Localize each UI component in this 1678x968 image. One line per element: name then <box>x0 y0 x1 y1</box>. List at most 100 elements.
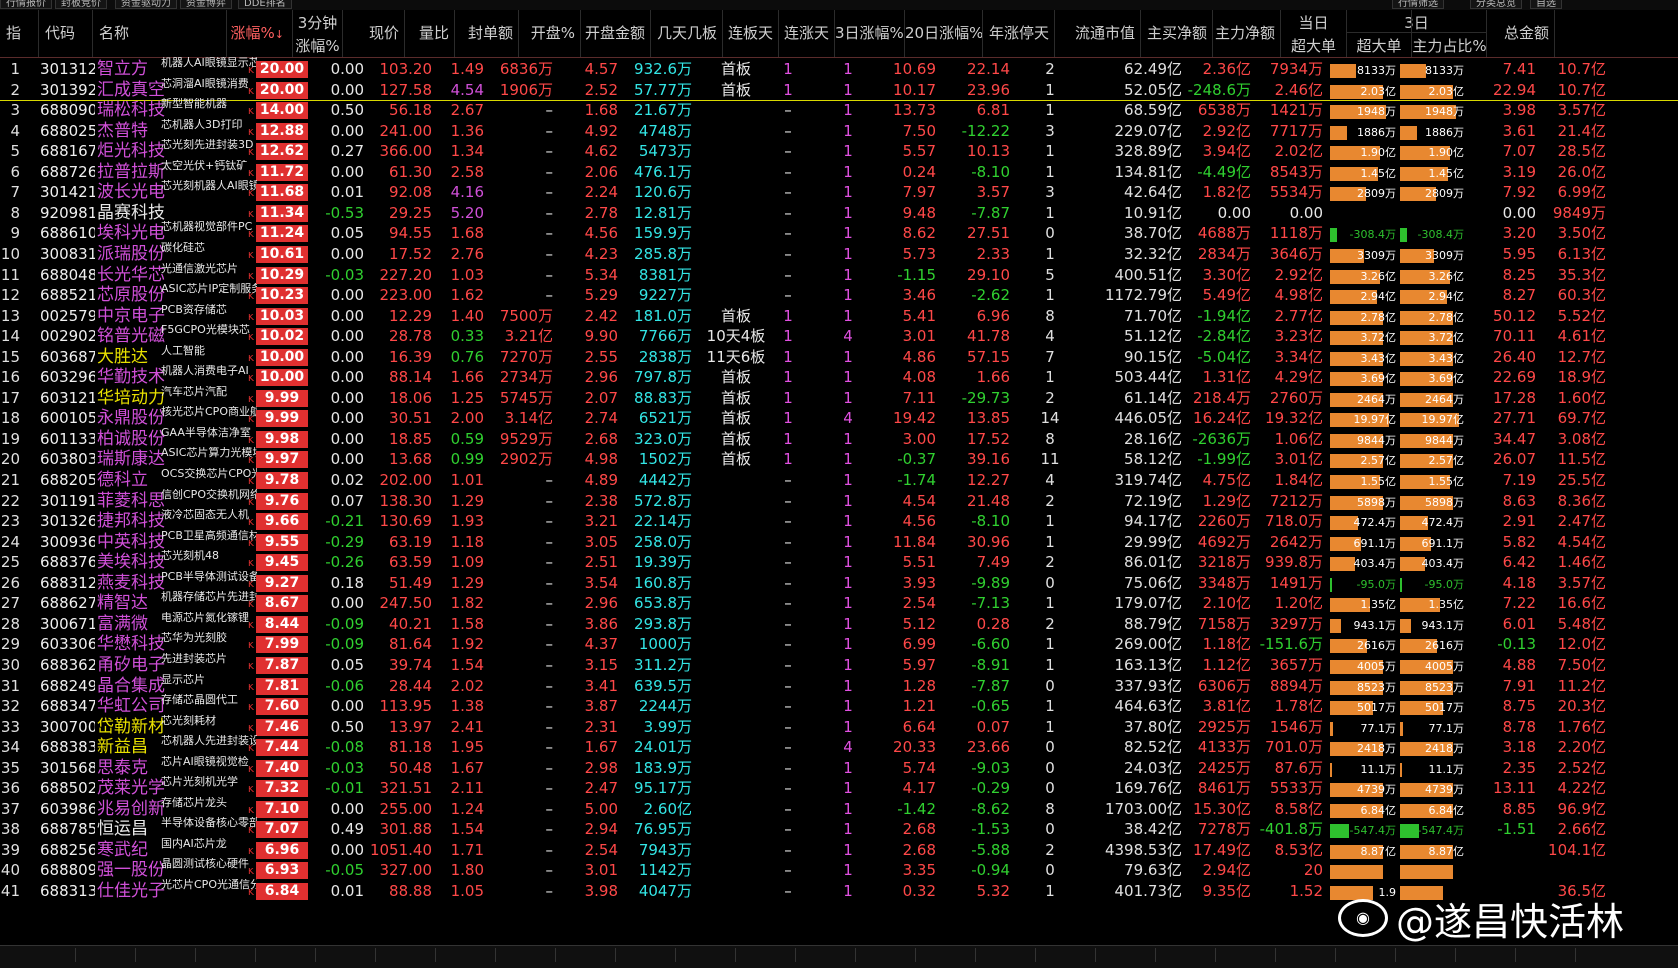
top-tab-4[interactable]: DDE排名 <box>238 0 292 9</box>
float-market-cap: 71.70亿 <box>1124 306 1182 325</box>
bottom-tab[interactable] <box>885 948 916 962</box>
top-tab-7[interactable]: 自选 <box>1530 0 1562 9</box>
current-price: 61.30 <box>389 162 432 181</box>
top-tab-6[interactable]: 分类总览 <box>1470 0 1522 9</box>
column-header-price[interactable]: 现价 <box>342 10 404 57</box>
today-super-large-bar: 11.1万 <box>1330 759 1396 777</box>
stock-code: 688726 <box>40 162 95 181</box>
top-tab-2[interactable]: 资金驱动力 <box>115 0 177 9</box>
fund-flow-value: 403.4万 <box>1353 557 1397 571</box>
days-boards <box>700 245 772 263</box>
column-header-volume-ratio[interactable]: 量比 <box>404 10 454 57</box>
concept-tag: 芯片AI眼镜视觉检 <box>161 755 249 768</box>
rising-days: 1 <box>843 491 853 510</box>
column-header-total-amount[interactable]: 总金额 <box>1486 10 1554 57</box>
bottom-tab[interactable] <box>1005 948 1036 962</box>
top-tab-5[interactable]: 行情筛选 <box>1392 0 1444 9</box>
column-header-float-market-cap[interactable]: 流通市值 <box>1054 10 1140 57</box>
stock-name: 恒运昌 <box>97 819 148 840</box>
bottom-tab[interactable] <box>1125 948 1156 962</box>
fund-flow-value: 3.26亿 <box>1428 269 1465 283</box>
bottom-tab[interactable] <box>105 948 136 962</box>
three-min-change: 0.00 <box>330 388 364 407</box>
column-header-main-ratio[interactable]: 主力占比% <box>1411 10 1487 57</box>
change-pct-badge: 6.93 <box>256 862 308 880</box>
change-pct-badge: 11.72 <box>256 163 308 181</box>
three-day-change: 7.97 <box>902 183 936 202</box>
float-market-cap: 503.44亿 <box>1114 368 1183 387</box>
bottom-tab[interactable] <box>945 948 976 962</box>
column-header-code[interactable]: 代码 <box>38 10 92 57</box>
fund-flow-value: 1.35亿 <box>1428 598 1465 612</box>
bottom-tab[interactable] <box>825 948 856 962</box>
bottom-tab[interactable] <box>525 948 556 962</box>
bottom-tab[interactable] <box>45 948 76 962</box>
column-header-seal-amount[interactable]: 封单额 <box>454 10 518 57</box>
column-header-days-boards[interactable]: 几天几板 <box>650 10 722 57</box>
bottom-tab[interactable] <box>1305 948 1336 962</box>
column-header-active-buy-net[interactable]: 主买净额 <box>1140 10 1212 57</box>
column-header-3min-change[interactable]: 3分钟 涨幅% <box>292 10 342 57</box>
column-header-3day-super-large[interactable]: 超大单 <box>1347 10 1411 57</box>
bottom-tab[interactable] <box>585 948 616 962</box>
column-header-open-pct[interactable]: 开盘% <box>518 10 580 57</box>
bottom-tab[interactable] <box>1425 948 1456 962</box>
row-index: 5 <box>10 142 20 161</box>
days-boards <box>700 656 772 674</box>
row-index: 13 <box>0 306 20 325</box>
column-header-change-pct[interactable]: 涨幅%↓ <box>226 10 292 57</box>
concept-tag: 芯片光刻机光学 <box>161 776 238 789</box>
bottom-tab[interactable] <box>1065 948 1096 962</box>
rising-days: 1 <box>843 471 853 489</box>
column-header-3day-change[interactable]: 3日涨幅% <box>834 10 904 57</box>
bottom-tab[interactable] <box>165 948 196 962</box>
bottom-tab[interactable] <box>645 948 676 962</box>
bottom-tab[interactable] <box>345 948 376 962</box>
column-header-rising-days[interactable]: 连涨天 <box>778 10 834 57</box>
column-header-index[interactable]: 指 <box>0 10 38 57</box>
row-index: 34 <box>0 738 20 757</box>
open-pct: 2.54 <box>584 840 618 859</box>
three-day-super-large-bar: 3.43亿 <box>1400 348 1464 366</box>
open-amount: 160.8万 <box>634 573 692 592</box>
change-pct-badge: 9.78 <box>256 472 308 489</box>
column-header-yearly-limit-days[interactable]: 年涨停天 <box>982 10 1054 57</box>
three-min-change: 0.27 <box>330 142 364 161</box>
bottom-tab[interactable] <box>1245 948 1276 962</box>
row-index: 9 <box>10 224 20 243</box>
column-header-today-super-large[interactable]: 当日 超大单 <box>1280 10 1346 57</box>
column-header-limit-up-days[interactable]: 连板天 <box>722 10 778 57</box>
column-header-20day-change[interactable]: 20日涨幅% <box>904 10 983 57</box>
top-tab-1[interactable]: 封板竞价 <box>55 0 107 9</box>
bottom-tab[interactable] <box>705 948 736 962</box>
bottom-tab[interactable] <box>465 948 496 962</box>
top-tab-0[interactable]: 行情报价 <box>0 0 52 9</box>
stock-name: 晶赛科技 <box>97 202 165 223</box>
open-amount: 293.8万 <box>634 614 692 633</box>
column-header-name[interactable]: 名称 <box>92 10 226 57</box>
fund-flow-value: 6.84亿 <box>1428 803 1465 817</box>
row-index: 6 <box>10 162 20 181</box>
total-amount: 2.52亿 <box>1557 758 1606 777</box>
bottom-tab[interactable] <box>285 948 316 962</box>
open-amount: 57.77万 <box>634 80 692 99</box>
float-market-cap: 400.51亿 <box>1114 265 1183 284</box>
column-header-open-amount[interactable]: 开盘金额 <box>580 10 650 57</box>
seal-amount: – <box>545 573 554 592</box>
yearly-limit-days: 8 <box>1045 306 1055 325</box>
bottom-tab[interactable] <box>405 948 436 962</box>
today-super-large-bar: 2.78亿 <box>1330 307 1396 325</box>
current-price: 39.74 <box>389 655 432 674</box>
bottom-tab[interactable] <box>765 948 796 962</box>
fund-flow-value: 2418万 <box>1357 742 1396 756</box>
bottom-tab[interactable] <box>1485 948 1516 962</box>
bottom-tab[interactable] <box>225 948 256 962</box>
bottom-tab[interactable] <box>1365 948 1396 962</box>
active-buy-net: 1.18亿 <box>1202 635 1251 654</box>
row-index: 37 <box>0 799 20 818</box>
float-market-cap: 4398.53亿 <box>1104 840 1182 859</box>
bottom-tab[interactable] <box>1545 948 1576 962</box>
top-tab-3[interactable]: 资金博弈 <box>180 0 232 9</box>
column-header-main-net[interactable]: 主力净额 <box>1212 10 1280 57</box>
bottom-tab[interactable] <box>1185 948 1216 962</box>
